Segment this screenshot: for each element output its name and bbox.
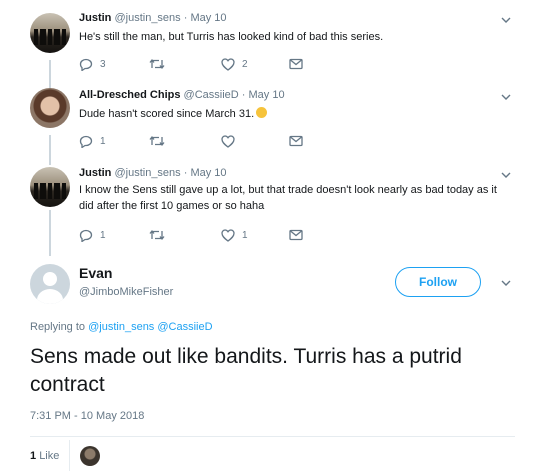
message-button[interactable] — [289, 229, 303, 241]
avatar[interactable] — [30, 167, 70, 207]
main-tweet-text: Sens made out like bandits. Turris has a… — [30, 345, 462, 396]
envelope-icon — [289, 58, 303, 70]
chevron-down-icon[interactable] — [500, 14, 512, 26]
reply-button[interactable]: 1 — [79, 229, 106, 242]
author-handle[interactable]: @justin_sens — [114, 167, 180, 179]
likes-stat[interactable]: 1 Like — [30, 450, 59, 462]
author-handle[interactable]: @justin_sens — [114, 12, 180, 24]
author-name[interactable]: Evan — [79, 265, 112, 281]
heart-icon — [221, 135, 235, 148]
avatar[interactable] — [30, 13, 70, 53]
author-handle[interactable]: @CassiieD — [184, 89, 239, 101]
tweet-timestamp[interactable]: 7:31 PM - 10 May 2018 — [30, 410, 144, 422]
like-count: 1 — [242, 230, 248, 241]
replying-to: Replying to @justin_sens @CassiieD — [30, 321, 213, 333]
retweet-icon — [149, 229, 165, 241]
reply-count: 3 — [100, 59, 106, 70]
author-handle[interactable]: @JimboMikeFisher — [79, 286, 173, 298]
chevron-down-icon[interactable] — [500, 277, 512, 289]
likes-count: 1 — [30, 450, 37, 462]
message-button[interactable] — [289, 58, 303, 70]
reply-button[interactable]: 1 — [79, 135, 106, 148]
tweet-header: Justin @justin_sens · May 10 — [79, 167, 227, 179]
liker-avatar[interactable] — [80, 446, 100, 466]
tweet-text: Dude hasn't scored since March 31. — [79, 106, 499, 122]
avatar[interactable] — [30, 88, 70, 128]
like-button[interactable] — [221, 135, 235, 148]
follow-button[interactable]: Follow — [395, 267, 481, 297]
tweet-text-content: Dude hasn't scored since March 31. — [79, 108, 255, 120]
reply-icon — [79, 229, 93, 242]
heart-icon — [221, 58, 235, 71]
author-name[interactable]: Justin — [79, 167, 111, 179]
message-button[interactable] — [289, 135, 303, 147]
likes-label: Like — [39, 450, 60, 462]
heart-icon — [221, 229, 235, 242]
retweet-icon — [149, 135, 165, 147]
retweet-icon — [149, 58, 165, 70]
reply-icon — [79, 135, 93, 148]
tweet-header: All-Dresched Chips @CassiieD · May 10 — [79, 89, 285, 101]
tweet-text: I know the Sens still gave up a lot, but… — [79, 184, 497, 212]
replying-label: Replying to — [30, 321, 86, 333]
divider — [30, 436, 515, 437]
face-emoji-icon — [256, 107, 268, 118]
replying-link[interactable]: @CassiieD — [157, 321, 212, 333]
like-count: 2 — [242, 59, 248, 70]
chevron-down-icon[interactable] — [500, 91, 512, 103]
retweet-button[interactable] — [149, 229, 165, 241]
reply-button[interactable]: 3 — [79, 58, 106, 71]
reply-count: 1 — [100, 230, 106, 241]
tweet[interactable]: Justin @justin_sens · May 10 He's still … — [0, 0, 540, 80]
envelope-icon — [289, 229, 303, 241]
default-avatar-body — [37, 289, 63, 304]
like-button[interactable]: 1 — [221, 229, 248, 242]
author-name[interactable]: Justin — [79, 12, 111, 24]
tweet-date[interactable]: · May 10 — [242, 89, 285, 101]
tweet-date[interactable]: · May 10 — [184, 167, 227, 179]
tweet-header: Justin @justin_sens · May 10 — [79, 12, 227, 24]
tweet-text: He's still the man, but Turris has looke… — [79, 31, 384, 43]
tweet[interactable]: All-Dresched Chips @CassiieD · May 10 Du… — [0, 80, 540, 160]
envelope-icon — [289, 135, 303, 147]
tweet-date[interactable]: · May 10 — [184, 12, 227, 24]
retweet-button[interactable] — [149, 135, 165, 147]
retweet-button[interactable] — [149, 58, 165, 70]
tweet[interactable]: Justin @justin_sens · May 10 I know the … — [0, 160, 540, 255]
chevron-down-icon[interactable] — [500, 169, 512, 181]
avatar[interactable] — [30, 264, 70, 304]
reply-icon — [79, 58, 93, 71]
reply-count: 1 — [100, 136, 106, 147]
author-name[interactable]: All-Dresched Chips — [79, 89, 180, 101]
replying-link[interactable]: @justin_sens — [88, 321, 154, 333]
like-button[interactable]: 2 — [221, 58, 248, 71]
divider — [69, 440, 70, 471]
default-avatar-head — [43, 272, 57, 286]
